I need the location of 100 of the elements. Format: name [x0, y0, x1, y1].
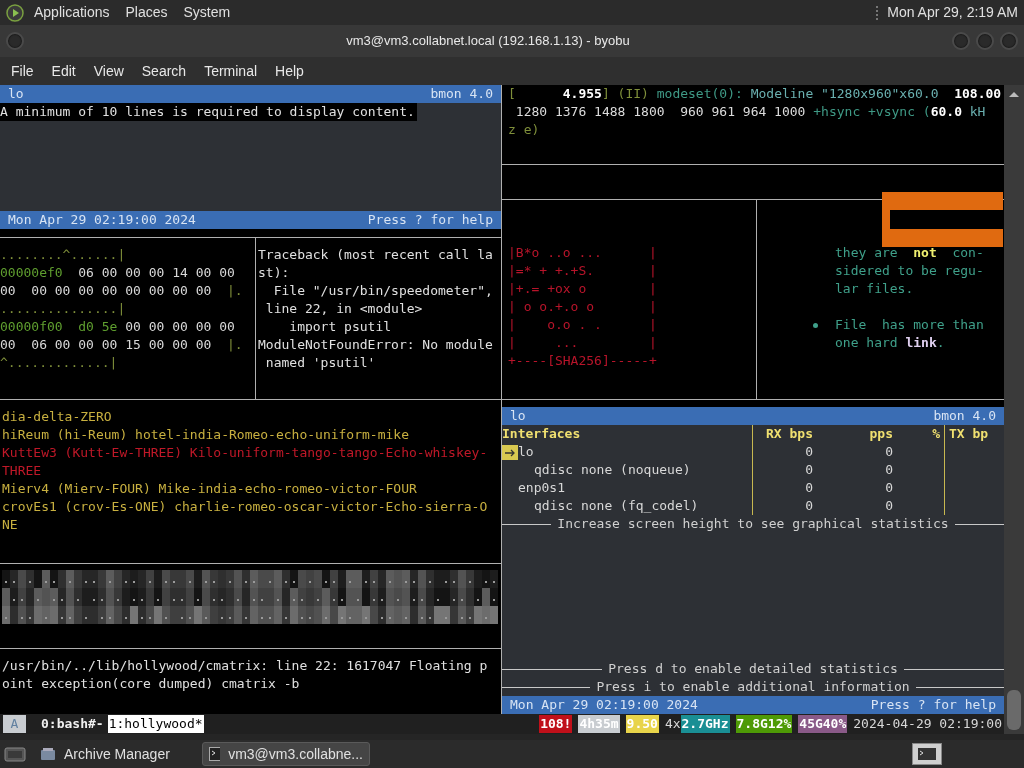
- traceback-line: named 'psutil': [264, 354, 377, 372]
- interface-name[interactable]: qdisc none (fq_codel): [502, 497, 699, 515]
- manual-line: sidered to be regu-: [835, 262, 984, 280]
- terminal-icon: [209, 747, 221, 761]
- traceback-line: Traceback (most recent call la: [258, 246, 494, 264]
- hexdump-line: ^.............|: [0, 354, 119, 372]
- hexdump-line: 00 00 00 00 00 00 00 00 00 |.: [0, 282, 244, 300]
- manual-line: they are not con-: [835, 244, 984, 262]
- table-cell-text: 0: [804, 497, 813, 515]
- callsign-line: crovEs1 (crov-Es-ONE) charlie-romeo-oscar-victor-Echo-sierra-O: [2, 498, 489, 516]
- table-cell-text: 0: [884, 479, 893, 497]
- table-cell-text: 0: [804, 443, 813, 461]
- menu-item[interactable]: Terminal: [195, 60, 267, 82]
- table-cell-text: 0: [884, 461, 893, 479]
- version-label: bmon 4.0: [933, 407, 996, 425]
- key-art-line: |=* + +.+S. |: [508, 262, 658, 280]
- log-line: z e): [508, 121, 541, 139]
- taskbar-item[interactable]: vm3@vm3.collabne...: [202, 742, 370, 766]
- key-art-line: +----[SHA256]-----+: [508, 352, 658, 370]
- callsign-line: KuttEw3 (Kutt-Ew-THREE) Kilo-uniform-tango-tango-Echo-whiskey-: [2, 444, 489, 462]
- stat-indicator: 2.7GHz: [680, 715, 730, 733]
- session-badge: A: [3, 715, 26, 733]
- hexdump-line: ........^......|: [0, 246, 127, 264]
- date-time: 2024-04-29 02:19:00: [853, 715, 1002, 733]
- table-row[interactable]: qdisc none (noqueue) 0 0: [502, 461, 1004, 479]
- traceback-line: line 22, in <module>: [264, 300, 424, 318]
- column-header: pps: [868, 425, 893, 443]
- manual-line: one hard link.: [835, 334, 946, 352]
- interface-label: lo: [510, 407, 526, 425]
- callsign-line: NE: [2, 516, 19, 534]
- column-header: TX bp: [948, 425, 990, 443]
- archive-icon: [40, 746, 56, 762]
- key-art-line: |+.= +ox o |: [508, 280, 658, 298]
- window-menu-button[interactable]: [6, 32, 24, 50]
- app-menu-icon[interactable]: [6, 3, 24, 22]
- handle-icon: [876, 4, 880, 21]
- window-tab[interactable]: 0:bash#-: [40, 715, 105, 733]
- hint-text: Press i to enable additional information: [596, 678, 910, 696]
- manual-line: lar files.: [835, 280, 915, 298]
- version-label: bmon 4.0: [430, 85, 493, 103]
- taskbar-item[interactable]: Archive Manager: [34, 742, 194, 766]
- hexdump-line: 00000ef0 06 00 00 00 14 00 00: [0, 264, 236, 282]
- log-line: [ 4.955] (II) modeset(0): Modeline "1280x960"x60.0 108.00: [508, 85, 1003, 103]
- help-hint: Press ? for help: [870, 696, 996, 714]
- traceback-line: import psutil: [288, 318, 393, 336]
- column-header: Interfaces: [502, 425, 753, 443]
- message-text: A minimum of 10 lines is required to display content.: [0, 103, 417, 121]
- menu-item[interactable]: File: [2, 60, 43, 82]
- table-cell-text: 0: [804, 479, 813, 497]
- help-hint: Press ? for help: [367, 211, 493, 229]
- hexdump-line: 00000f00 d0 5e 00 00 00 00 00: [0, 318, 236, 336]
- panel-menu[interactable]: System: [183, 2, 231, 23]
- stat-prefix: 4x: [664, 715, 681, 733]
- hexdump-line: ...............|: [0, 300, 127, 318]
- stat-indicator: 45G40%: [798, 715, 848, 733]
- close-button[interactable]: [1000, 32, 1018, 50]
- minimize-button[interactable]: [952, 32, 970, 50]
- panel-clock[interactable]: Mon Apr 29, 2:19 AM: [887, 2, 1018, 23]
- interface-name[interactable]: enp0s1: [502, 479, 565, 497]
- scroll-up-icon[interactable]: [1008, 89, 1020, 99]
- table-row[interactable]: lo 0 0: [502, 443, 1004, 461]
- terminal-icon[interactable]: [912, 743, 942, 765]
- column-header: RX bps: [765, 425, 813, 443]
- table-cell-text: 0: [884, 497, 893, 515]
- table-row[interactable]: qdisc none (fq_codel) 0 0: [502, 497, 1004, 515]
- interface-name[interactable]: lo: [518, 443, 534, 461]
- panel-menu[interactable]: Applications: [34, 2, 110, 23]
- menu-item[interactable]: Search: [132, 60, 196, 82]
- log-line: 1280 1376 1488 1800 960 961 964 1000 +hsync +vsync (60.0 kH: [514, 103, 987, 121]
- error-line: oint exception(core dumped) cmatrix -b: [2, 675, 301, 693]
- traceback-line: ModuleNotFoundError: No module: [258, 336, 494, 354]
- scroll-thumb[interactable]: [1007, 690, 1021, 730]
- callsign-line: THREE: [2, 462, 43, 480]
- menu-item[interactable]: Edit: [42, 60, 85, 82]
- table-cell-text: 0: [884, 443, 893, 461]
- interface-name[interactable]: qdisc none (noqueue): [502, 461, 691, 479]
- show-desktop-icon[interactable]: [4, 745, 26, 763]
- window-title: vm3@vm3.collabnet.local (192.168.1.13) - byobu: [345, 32, 631, 51]
- callsign-line: dia-delta-ZERO: [2, 408, 113, 426]
- panel-menu[interactable]: Places: [125, 2, 168, 23]
- manual-line: File has more than: [835, 316, 984, 334]
- hint-text: Increase screen height to see graphical statistics: [557, 515, 949, 533]
- timestamp-text: Mon Apr 29 02:19:00 2024: [510, 696, 698, 714]
- window-tab[interactable]: 1:hollywood*: [107, 715, 204, 733]
- stat-indicator: 108!: [539, 715, 573, 733]
- callsign-line: Mierv4 (Mierv-FOUR) Mike-india-echo-romeo-victor-FOUR: [2, 480, 418, 498]
- error-line: /usr/bin/../lib/hollywood/cmatrix: line 22: 1617047 Floating p: [2, 657, 489, 675]
- menu-item[interactable]: Help: [266, 60, 313, 82]
- key-art-line: | o.o . . |: [508, 316, 658, 334]
- timestamp-text: Mon Apr 29 02:19:00 2024: [8, 211, 196, 229]
- table-cell-text: 0: [804, 461, 813, 479]
- interface-label: lo: [8, 85, 24, 103]
- column-header: %: [893, 425, 945, 443]
- stat-indicator: 9.50: [625, 715, 659, 733]
- callsign-line: hiReum (hi-Reum) hotel-india-Romeo-echo-uniform-mike: [2, 426, 410, 444]
- traceback-line: File "/usr/bin/speedometer",: [272, 282, 494, 300]
- maximize-button[interactable]: [976, 32, 994, 50]
- table-row[interactable]: enp0s1 0 0: [502, 479, 1004, 497]
- menu-item[interactable]: View: [84, 60, 133, 82]
- bullet-icon: [813, 323, 818, 328]
